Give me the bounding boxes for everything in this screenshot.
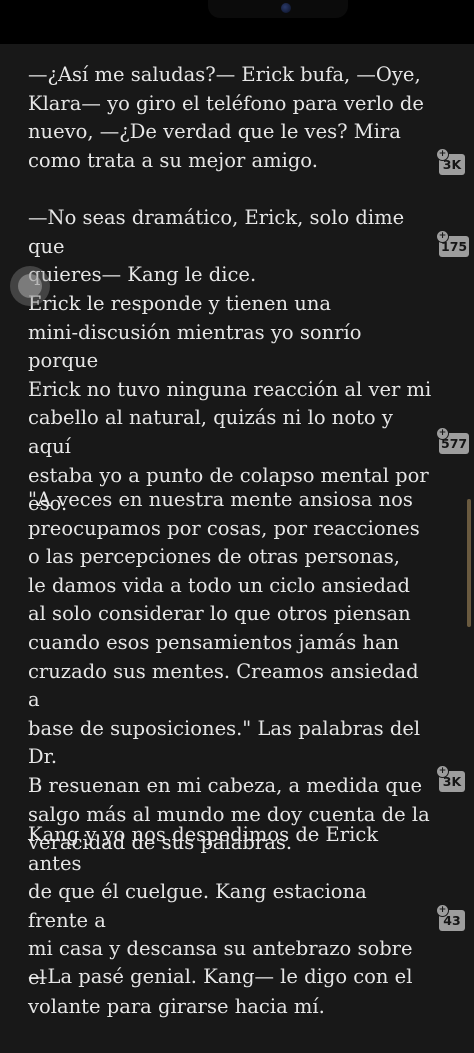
paragraph-comment-button[interactable]: + 175 xyxy=(436,230,470,257)
paragraph-comment-button[interactable]: + 577 xyxy=(436,427,470,454)
story-paragraph[interactable]: —La pasé genial. Kang— le digo con el xyxy=(28,963,432,992)
comment-plus-icon: + xyxy=(436,148,449,161)
scrollbar-thumb[interactable] xyxy=(467,499,471,627)
story-reader[interactable]: —¿Así me saludas?— Erick bufa, —Oye, Kla… xyxy=(0,44,474,1053)
front-camera-icon xyxy=(281,3,291,13)
story-paragraph[interactable]: Erick le responde y tienen una mini-disc… xyxy=(28,290,432,519)
comment-plus-icon: + xyxy=(436,230,449,243)
paragraph-comment-button[interactable]: + 43 xyxy=(436,904,465,931)
paragraph-comment-button[interactable]: + 3K xyxy=(436,148,465,175)
comment-plus-icon: + xyxy=(436,427,449,440)
comment-plus-icon: + xyxy=(436,904,449,917)
camera-notch xyxy=(208,0,348,18)
touch-indicator xyxy=(10,266,50,306)
status-bar xyxy=(0,0,474,44)
story-paragraph[interactable]: —¿Así me saludas?— Erick bufa, —Oye, Kla… xyxy=(28,61,432,175)
story-paragraph[interactable]: —No seas dramático, Erick, solo dime que… xyxy=(28,204,432,290)
comment-plus-icon: + xyxy=(436,765,449,778)
touch-indicator-core xyxy=(18,274,42,298)
story-paragraph[interactable]: "A veces en nuestra mente ansiosa nos pr… xyxy=(28,486,432,858)
paragraph-comment-button[interactable]: + 3K xyxy=(436,765,465,792)
